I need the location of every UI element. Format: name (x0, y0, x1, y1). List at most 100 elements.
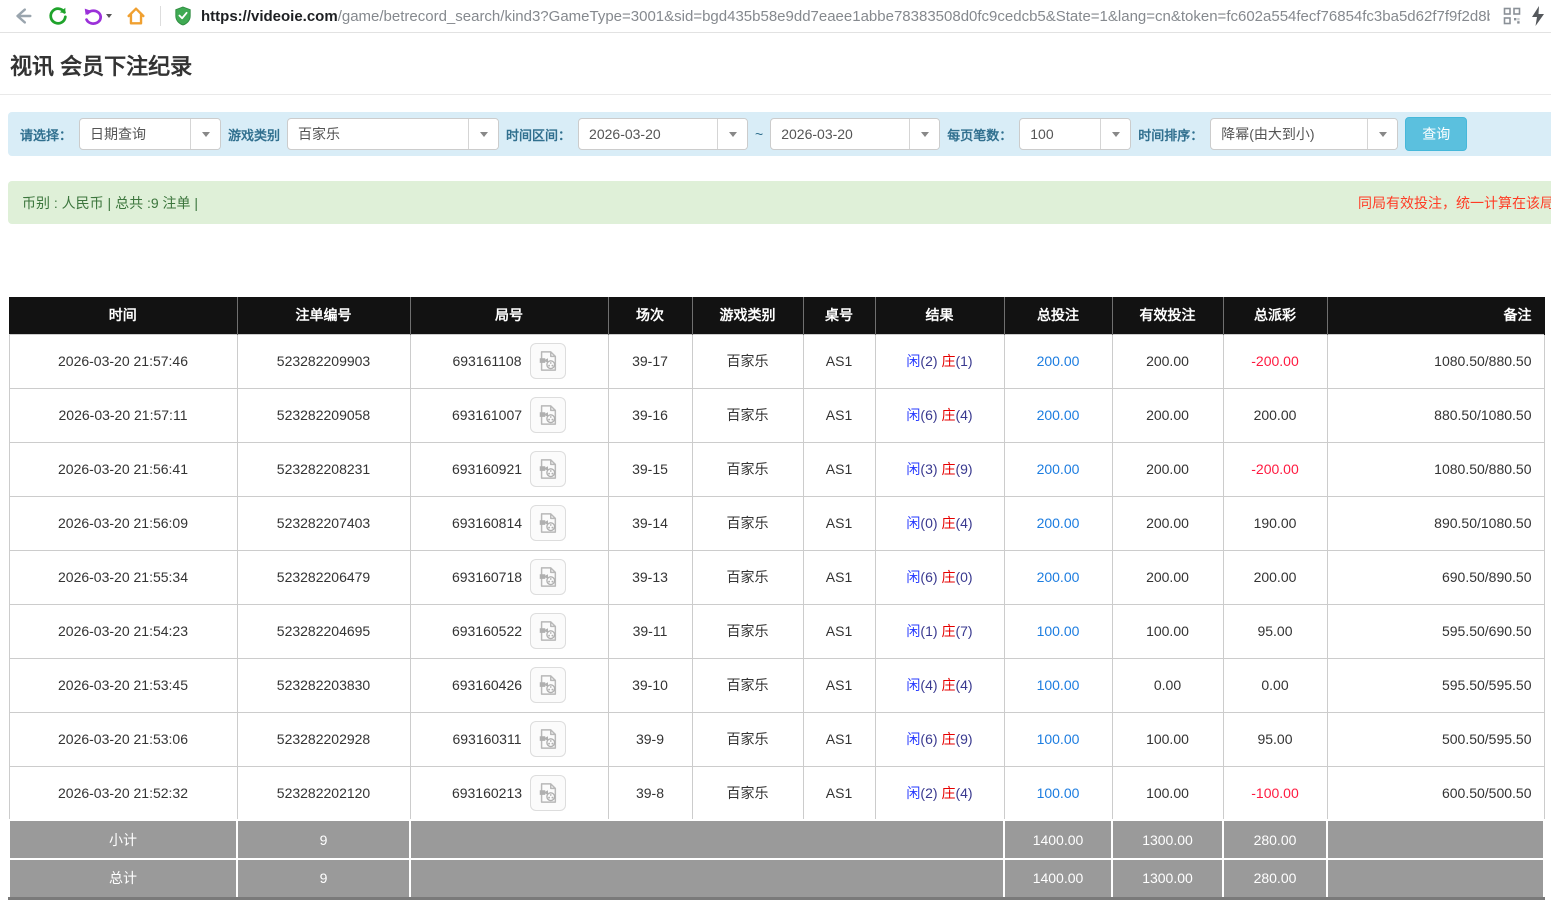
undo-dropdown-caret[interactable] (106, 14, 112, 21)
time-cell: 2026-03-20 21:52:32 (9, 766, 237, 820)
total-bet-link[interactable]: 100.00 (1037, 731, 1080, 747)
valid-bet-cell: 100.00 (1112, 766, 1223, 820)
query-type-value: 日期查询 (80, 119, 190, 149)
total-bet-link[interactable]: 100.00 (1037, 623, 1080, 639)
date-to-select[interactable]: 2026-03-20 (770, 118, 940, 150)
session-cell: 39-9 (608, 712, 692, 766)
round-id: 693160522 (452, 623, 522, 639)
total-bet-cell[interactable]: 200.00 (1004, 442, 1112, 496)
query-type-dropdown-button[interactable] (190, 119, 220, 149)
page-size-dropdown-button[interactable] (1100, 119, 1130, 149)
url-domain: https://videoie.com (201, 8, 338, 25)
url-text[interactable]: https://videoie.com/game/betrecord_searc… (201, 8, 1490, 25)
game-type-select[interactable]: 百家乐 (287, 118, 499, 150)
back-icon[interactable] (12, 5, 34, 27)
page-size-value: 100 (1020, 119, 1100, 149)
bet-records-body: 2026-03-20 21:57:46523282209903693161108… (9, 334, 1544, 820)
date-from-dropdown-button[interactable] (717, 119, 747, 149)
column-header: 结果 (875, 297, 1004, 334)
video-replay-button[interactable] (530, 505, 566, 541)
lightning-icon[interactable] (1531, 6, 1545, 26)
video-replay-button[interactable] (530, 667, 566, 703)
video-replay-button[interactable] (530, 559, 566, 595)
bet-id-cell: 523282209058 (237, 388, 410, 442)
total-count: 9 (237, 859, 410, 898)
round-cell: 693160718 (410, 550, 608, 604)
search-button[interactable]: 查询 (1405, 117, 1467, 151)
table-no-cell: AS1 (803, 442, 875, 496)
column-header: 场次 (608, 297, 692, 334)
total-bet-link[interactable]: 100.00 (1037, 785, 1080, 801)
column-header: 备注 (1327, 297, 1544, 334)
session-cell: 39-10 (608, 658, 692, 712)
total-bet-cell[interactable]: 100.00 (1004, 712, 1112, 766)
banker-result-label: 庄 (941, 569, 955, 585)
total-bet-cell[interactable]: 200.00 (1004, 388, 1112, 442)
result-cell: 闲(6) 庄(4) (875, 388, 1004, 442)
total-bet-link[interactable]: 200.00 (1037, 353, 1080, 369)
total-bet-link[interactable]: 200.00 (1037, 461, 1080, 477)
game-type-cell: 百家乐 (692, 550, 803, 604)
bet-record-row: 2026-03-20 21:53:06523282202928693160311… (9, 712, 1544, 766)
round-id: 693160311 (452, 731, 521, 747)
bet-id-cell: 523282209903 (237, 334, 410, 388)
game-type-cell: 百家乐 (692, 604, 803, 658)
total-bet-link[interactable]: 200.00 (1037, 515, 1080, 531)
shield-icon[interactable] (174, 6, 192, 26)
date-from-select[interactable]: 2026-03-20 (578, 118, 748, 150)
undo-icon[interactable] (82, 5, 112, 27)
toolbar-divider (160, 6, 161, 26)
video-replay-button[interactable] (530, 775, 566, 811)
game-type-cell: 百家乐 (692, 712, 803, 766)
page-size-select[interactable]: 100 (1019, 118, 1131, 150)
address-bar[interactable]: https://videoie.com/game/betrecord_searc… (174, 6, 1490, 26)
round-id: 693160921 (452, 461, 522, 477)
total-bet-link[interactable]: 100.00 (1037, 677, 1080, 693)
sort-dropdown-button[interactable] (1367, 119, 1397, 149)
date-to-value: 2026-03-20 (771, 119, 909, 149)
video-replay-button[interactable] (530, 451, 566, 487)
game-type-label: 游戏类别 (228, 125, 280, 144)
total-bet-link[interactable]: 200.00 (1037, 407, 1080, 423)
remark-cell: 1080.50/880.50 (1327, 334, 1544, 388)
valid-bet-cell: 100.00 (1112, 712, 1223, 766)
remark-cell: 880.50/1080.50 (1327, 388, 1544, 442)
home-icon[interactable] (125, 5, 147, 27)
total-bet-cell[interactable]: 100.00 (1004, 604, 1112, 658)
query-type-select[interactable]: 日期查询 (79, 118, 221, 150)
video-replay-button[interactable] (530, 397, 566, 433)
date-to-dropdown-button[interactable] (909, 119, 939, 149)
total-bet-cell[interactable]: 200.00 (1004, 334, 1112, 388)
total-bet-cell[interactable]: 100.00 (1004, 766, 1112, 820)
column-header: 桌号 (803, 297, 875, 334)
time-cell: 2026-03-20 21:53:06 (9, 712, 237, 766)
banker-result-label: 庄 (941, 407, 955, 423)
banker-result-label: 庄 (941, 515, 955, 531)
player-result-label: 闲 (906, 407, 920, 423)
time-cell: 2026-03-20 21:53:45 (9, 658, 237, 712)
bet-record-row: 2026-03-20 21:56:41523282208231693160921… (9, 442, 1544, 496)
table-no-cell: AS1 (803, 334, 875, 388)
player-score: (6) (920, 731, 937, 747)
round-cell: 693160814 (410, 496, 608, 550)
subtotal-total-bet: 1400.00 (1004, 820, 1112, 859)
payout-cell: 200.00 (1223, 388, 1327, 442)
player-score: (1) (920, 623, 937, 639)
browser-toolbar: https://videoie.com/game/betrecord_searc… (0, 0, 1551, 33)
total-bet-cell[interactable]: 200.00 (1004, 496, 1112, 550)
banker-score: (9) (955, 461, 972, 477)
refresh-icon[interactable] (47, 5, 69, 27)
video-replay-button[interactable] (530, 343, 566, 379)
game-type-dropdown-button[interactable] (468, 119, 498, 149)
video-file-icon (537, 620, 559, 642)
sort-select[interactable]: 降幂(由大到小) (1210, 118, 1398, 150)
qr-code-icon[interactable] (1503, 7, 1521, 25)
video-replay-button[interactable] (530, 721, 566, 757)
total-bet-link[interactable]: 200.00 (1037, 569, 1080, 585)
banker-result-label: 庄 (941, 353, 955, 369)
total-bet-cell[interactable]: 200.00 (1004, 550, 1112, 604)
column-header: 时间 (9, 297, 237, 334)
total-bet-cell[interactable]: 100.00 (1004, 658, 1112, 712)
video-replay-button[interactable] (530, 613, 566, 649)
total-remark (1327, 859, 1544, 898)
